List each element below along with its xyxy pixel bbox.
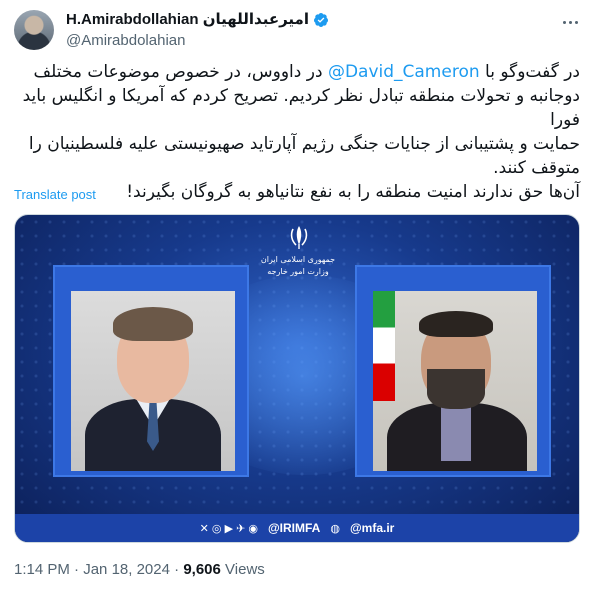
display-name[interactable]: H.Amirabdollahian امیرعبداللهیان: [66, 10, 309, 29]
display-name-row: H.Amirabdollahian امیرعبداللهیان: [66, 10, 329, 29]
avatar[interactable]: [14, 10, 54, 50]
translate-post-link[interactable]: Translate post: [14, 187, 96, 202]
views-label: Views: [225, 561, 265, 578]
media-footer-social: @IRIMFA: [267, 521, 321, 535]
post-date[interactable]: Jan 18, 2024: [83, 561, 170, 578]
verified-badge-icon: [313, 12, 328, 27]
post-time[interactable]: 1:14 PM: [14, 561, 70, 578]
social-icons: ✕ ◎ ▶ ✈ ◉: [199, 522, 258, 535]
tweet-line-4: متوقف کنند.: [493, 158, 580, 178]
tweet-line-3: حمایت و پشتیبانی از جنایات جنگی رژیم آپا…: [28, 134, 580, 154]
media-footer-bar: ✕ ◎ ▶ ✈ ◉ @IRIMFA ◍ @mfa.ir: [15, 514, 579, 542]
tweet-line-1: در گفت‌وگو با @David_Cameron در داووس، د…: [33, 62, 580, 82]
tweet-text: در گفت‌وگو با @David_Cameron در داووس، د…: [14, 60, 580, 204]
tweet-line-5: آن‌ها حق ندارند امنیت منطقه را به نفع نت…: [126, 182, 580, 202]
portrait-photo-right: [373, 291, 537, 471]
author-names: H.Amirabdollahian امیرعبداللهیان @Amirab…: [66, 10, 329, 51]
tweet-line-2: دوجانبه و تحولات منطقه تبادل نظر کردیم. …: [22, 86, 580, 130]
author-handle[interactable]: @Amirabdolahian: [66, 31, 329, 51]
globe-icon: ◍: [330, 522, 340, 535]
tweet-header: H.Amirabdollahian امیرعبداللهیان @Amirab…: [14, 10, 580, 50]
ministry-name-line-1: جمهوری اسلامی ایران: [260, 255, 336, 264]
media-footer-site: @mfa.ir: [349, 521, 395, 535]
portrait-photo-left: [71, 291, 235, 471]
portrait-frame-right: [355, 265, 551, 477]
meta-separator: ·: [74, 561, 80, 578]
iran-emblem-icon: [290, 226, 308, 249]
tweet-media-image[interactable]: جمهوری اسلامی ایران وزارت امور خارجه ✕ ◎…: [14, 214, 580, 543]
tweet-meta: 1:14 PM · Jan 18, 2024 · 9,606 Views: [14, 561, 265, 578]
views-count: 9,606: [183, 561, 221, 578]
portrait-frame-left: [53, 265, 249, 477]
meta-separator-2: ·: [174, 561, 180, 578]
more-options-icon[interactable]: [560, 12, 580, 32]
mention-link[interactable]: @David_Cameron: [328, 62, 480, 82]
